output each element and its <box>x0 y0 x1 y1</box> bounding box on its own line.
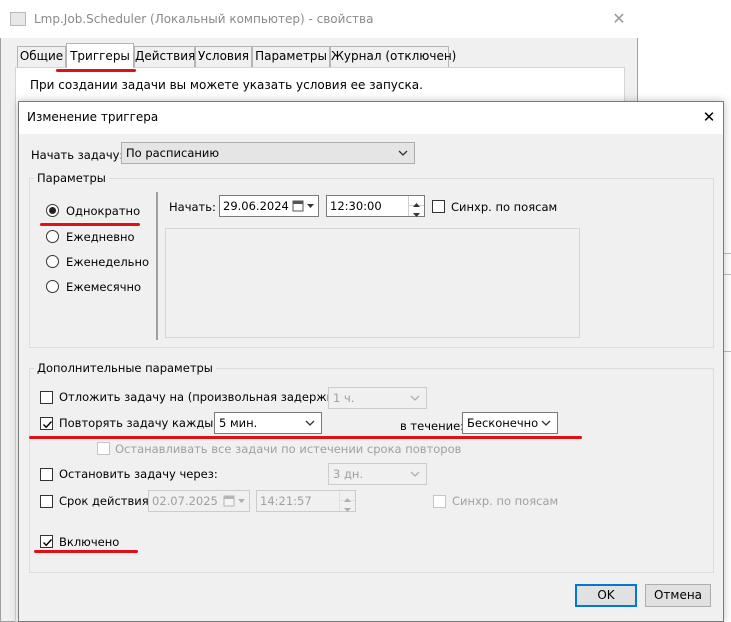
repeat-checkbox[interactable] <box>40 417 53 430</box>
tab-triggers[interactable]: Триггеры <box>66 43 134 68</box>
tab-actions[interactable]: Действия <box>134 46 195 67</box>
start-task-value: По расписанию <box>126 146 220 160</box>
delay-label: Отложить задачу на (произвольная задержк… <box>59 390 349 404</box>
expire-checkbox[interactable] <box>40 495 53 508</box>
annotation-underline-repeat <box>29 436 582 439</box>
repeat-interval-combo[interactable]: 5 мин. <box>214 412 322 434</box>
parent-window-title: Lmp.Job.Scheduler (Локальный компьютер) … <box>34 12 374 26</box>
tab-parameters[interactable]: Параметры <box>252 46 330 67</box>
enabled-label: Включено <box>59 535 120 549</box>
expire-time-field[interactable]: 14:21:57 <box>256 490 356 512</box>
duration-value: Бесконечно <box>467 416 539 430</box>
vertical-separator <box>156 192 158 340</box>
stop-all-label: Останавливать все задачи по истечении ср… <box>115 442 462 456</box>
time-spinner[interactable] <box>339 491 355 512</box>
radio-daily[interactable] <box>46 230 59 243</box>
enabled-checkbox[interactable] <box>40 535 53 548</box>
app-icon <box>10 12 26 26</box>
expire-label: Срок действия: <box>59 494 153 508</box>
tab-general[interactable]: Общие <box>17 46 66 67</box>
cancel-button[interactable]: Отмена <box>645 584 711 607</box>
radio-daily-label: Ежедневно <box>66 230 135 244</box>
stop-all-checkbox[interactable] <box>97 442 110 455</box>
expire-sync-checkbox[interactable] <box>433 495 446 508</box>
duration-combo[interactable]: Бесконечно <box>462 412 558 434</box>
expire-date-picker[interactable]: 02.07.2025 <box>148 490 250 512</box>
parent-description: При создании задачи вы можете указать ус… <box>30 78 423 92</box>
annotation-underline-enabled <box>34 550 138 553</box>
chevron-down-icon <box>304 416 316 430</box>
start-label: Начать: <box>169 200 216 214</box>
chevron-down-icon <box>397 146 409 160</box>
radio-weekly-label: Еженедельно <box>66 255 150 269</box>
annotation-underline-once <box>40 223 140 226</box>
advanced-group-label: Дополнительные параметры <box>34 361 216 375</box>
radio-monthly-label: Ежемесячно <box>66 280 142 294</box>
spin-up-icon[interactable] <box>340 491 355 502</box>
ok-button[interactable]: OK <box>575 584 637 607</box>
chevron-down-icon <box>409 467 421 481</box>
start-date-picker[interactable]: 29.06.2024 <box>219 195 319 217</box>
parameters-group-label: Параметры <box>34 171 109 185</box>
dialog-title: Изменение триггера <box>27 110 159 124</box>
delay-value: 1 ч. <box>333 391 355 405</box>
dialog-close-icon[interactable]: ✕ <box>698 106 720 128</box>
radio-once-label: Однократно <box>66 204 141 218</box>
duration-label: в течение: <box>400 419 465 433</box>
radio-once[interactable] <box>46 204 59 217</box>
repeat-label: Повторять задачу каждые: <box>59 416 225 430</box>
chevron-down-icon <box>540 416 552 430</box>
sync-tz-label: Синхр. по поясам <box>451 200 558 214</box>
start-task-combo[interactable]: По расписанию <box>121 142 415 164</box>
start-date-value: 29.06.2024 <box>223 199 289 213</box>
radio-weekly[interactable] <box>46 255 59 268</box>
calendar-dropdown-icon[interactable] <box>223 494 247 514</box>
stop-after-label: Остановить задачу через: <box>59 467 218 481</box>
schedule-details-area <box>165 228 580 338</box>
tab-conditions[interactable]: Условия <box>195 46 252 67</box>
start-time-value: 12:30:00 <box>330 199 382 213</box>
radio-monthly[interactable] <box>46 280 59 293</box>
expire-sync-label: Синхр. по поясам <box>452 494 559 508</box>
expire-date-value: 02.07.2025 <box>152 494 218 508</box>
tab-journal[interactable]: Журнал (отключен) <box>330 46 456 67</box>
spin-up-icon[interactable] <box>409 196 424 207</box>
delay-combo[interactable]: 1 ч. <box>328 387 427 409</box>
calendar-dropdown-icon[interactable] <box>292 199 316 219</box>
annotation-underline-triggers <box>56 69 136 72</box>
stop-after-checkbox[interactable] <box>40 468 53 481</box>
start-time-field[interactable]: 12:30:00 <box>326 195 425 217</box>
parent-close-icon[interactable]: ✕ <box>608 8 630 30</box>
spin-down-icon[interactable] <box>409 206 424 217</box>
stop-after-value: 3 дн. <box>333 467 364 481</box>
start-task-label: Начать задачу: <box>31 148 124 162</box>
expire-time-value: 14:21:57 <box>260 494 312 508</box>
chevron-down-icon <box>409 391 421 405</box>
spin-down-icon[interactable] <box>340 501 355 512</box>
time-spinner[interactable] <box>408 196 424 217</box>
sync-tz-checkbox[interactable] <box>432 200 445 213</box>
stop-after-combo[interactable]: 3 дн. <box>328 463 427 485</box>
delay-checkbox[interactable] <box>40 391 53 404</box>
repeat-interval-value: 5 мин. <box>219 416 258 430</box>
